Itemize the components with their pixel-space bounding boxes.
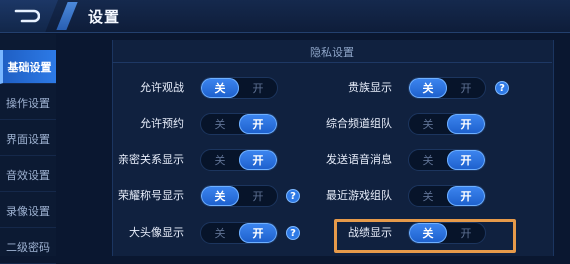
section-title: 隐私设置 <box>310 46 354 59</box>
top-bar: 设置 <box>0 0 570 33</box>
toggle-on-option[interactable]: 开 <box>239 114 277 134</box>
toggle-big-avatar[interactable]: 关 开 <box>200 222 278 244</box>
setting-label-recent-team: 最近游戏组队 <box>326 189 392 202</box>
toggle-on-option[interactable]: 开 <box>239 223 277 243</box>
toggle-on-option[interactable]: 开 <box>239 186 277 206</box>
page-title: 设置 <box>88 8 121 26</box>
setting-label-voice-message: 发送语音消息 <box>326 153 392 166</box>
toggle-on-option[interactable]: 开 <box>239 150 277 170</box>
header-decoration <box>56 2 78 30</box>
sidebar-item-replay[interactable]: 录像设置 <box>0 194 56 228</box>
sidebar-item-controls[interactable]: 操作设置 <box>0 86 56 120</box>
section-divider <box>112 62 552 63</box>
toggle-intimacy[interactable]: 关 开 <box>200 149 278 171</box>
toggle-noble-display[interactable]: 关 开 <box>408 77 486 99</box>
toggle-off-option[interactable]: 关 <box>201 223 239 243</box>
toggle-channel-team[interactable]: 关 开 <box>408 113 486 135</box>
toggle-off-option[interactable]: 关 <box>201 78 239 98</box>
setting-label-noble-display: 贵族显示 <box>348 81 392 94</box>
toggle-on-option[interactable]: 开 <box>447 78 485 98</box>
sidebar-item-basic[interactable]: 基础设置 <box>0 50 56 84</box>
toggle-allow-spectate[interactable]: 关 开 <box>200 77 278 99</box>
toggle-on-option[interactable]: 开 <box>447 223 485 243</box>
toggle-recent-team[interactable]: 关 开 <box>408 185 486 207</box>
setting-label-allow-spectate: 允许观战 <box>140 81 184 94</box>
sidebar-item-password[interactable]: 二级密码 <box>0 230 56 264</box>
toggle-on-option[interactable]: 开 <box>447 150 485 170</box>
sidebar: 基础设置 操作设置 界面设置 音效设置 录像设置 二级密码 <box>0 34 56 264</box>
back-arrow-icon <box>14 9 40 23</box>
toggle-off-option[interactable]: 关 <box>201 186 239 206</box>
toggle-off-option[interactable]: 关 <box>409 78 447 98</box>
help-icon[interactable]: ? <box>495 81 509 95</box>
toggle-off-option[interactable]: 关 <box>201 150 239 170</box>
back-button[interactable] <box>0 0 58 32</box>
toggle-off-option[interactable]: 关 <box>409 150 447 170</box>
setting-label-big-avatar: 大头像显示 <box>129 226 184 239</box>
toggle-record-display[interactable]: 关 开 <box>408 222 486 244</box>
setting-label-intimacy: 亲密关系显示 <box>118 153 184 166</box>
toggle-off-option[interactable]: 关 <box>409 223 447 243</box>
toggle-honor-title[interactable]: 关 开 <box>200 185 278 207</box>
toggle-voice-message[interactable]: 关 开 <box>408 149 486 171</box>
toggle-off-option[interactable]: 关 <box>409 114 447 134</box>
toggle-on-option[interactable]: 开 <box>239 78 277 98</box>
toggle-off-option[interactable]: 关 <box>201 114 239 134</box>
sidebar-item-interface[interactable]: 界面设置 <box>0 122 56 156</box>
sidebar-item-sound[interactable]: 音效设置 <box>0 158 56 192</box>
toggle-allow-booking[interactable]: 关 开 <box>200 113 278 135</box>
setting-label-record-display: 战绩显示 <box>348 226 392 239</box>
setting-label-honor-title: 荣耀称号显示 <box>118 189 184 202</box>
toggle-off-option[interactable]: 关 <box>409 186 447 206</box>
setting-label-channel-team: 综合频道组队 <box>326 117 392 130</box>
toggle-on-option[interactable]: 开 <box>447 114 485 134</box>
toggle-on-option[interactable]: 开 <box>447 186 485 206</box>
setting-label-allow-booking: 允许预约 <box>140 117 184 130</box>
